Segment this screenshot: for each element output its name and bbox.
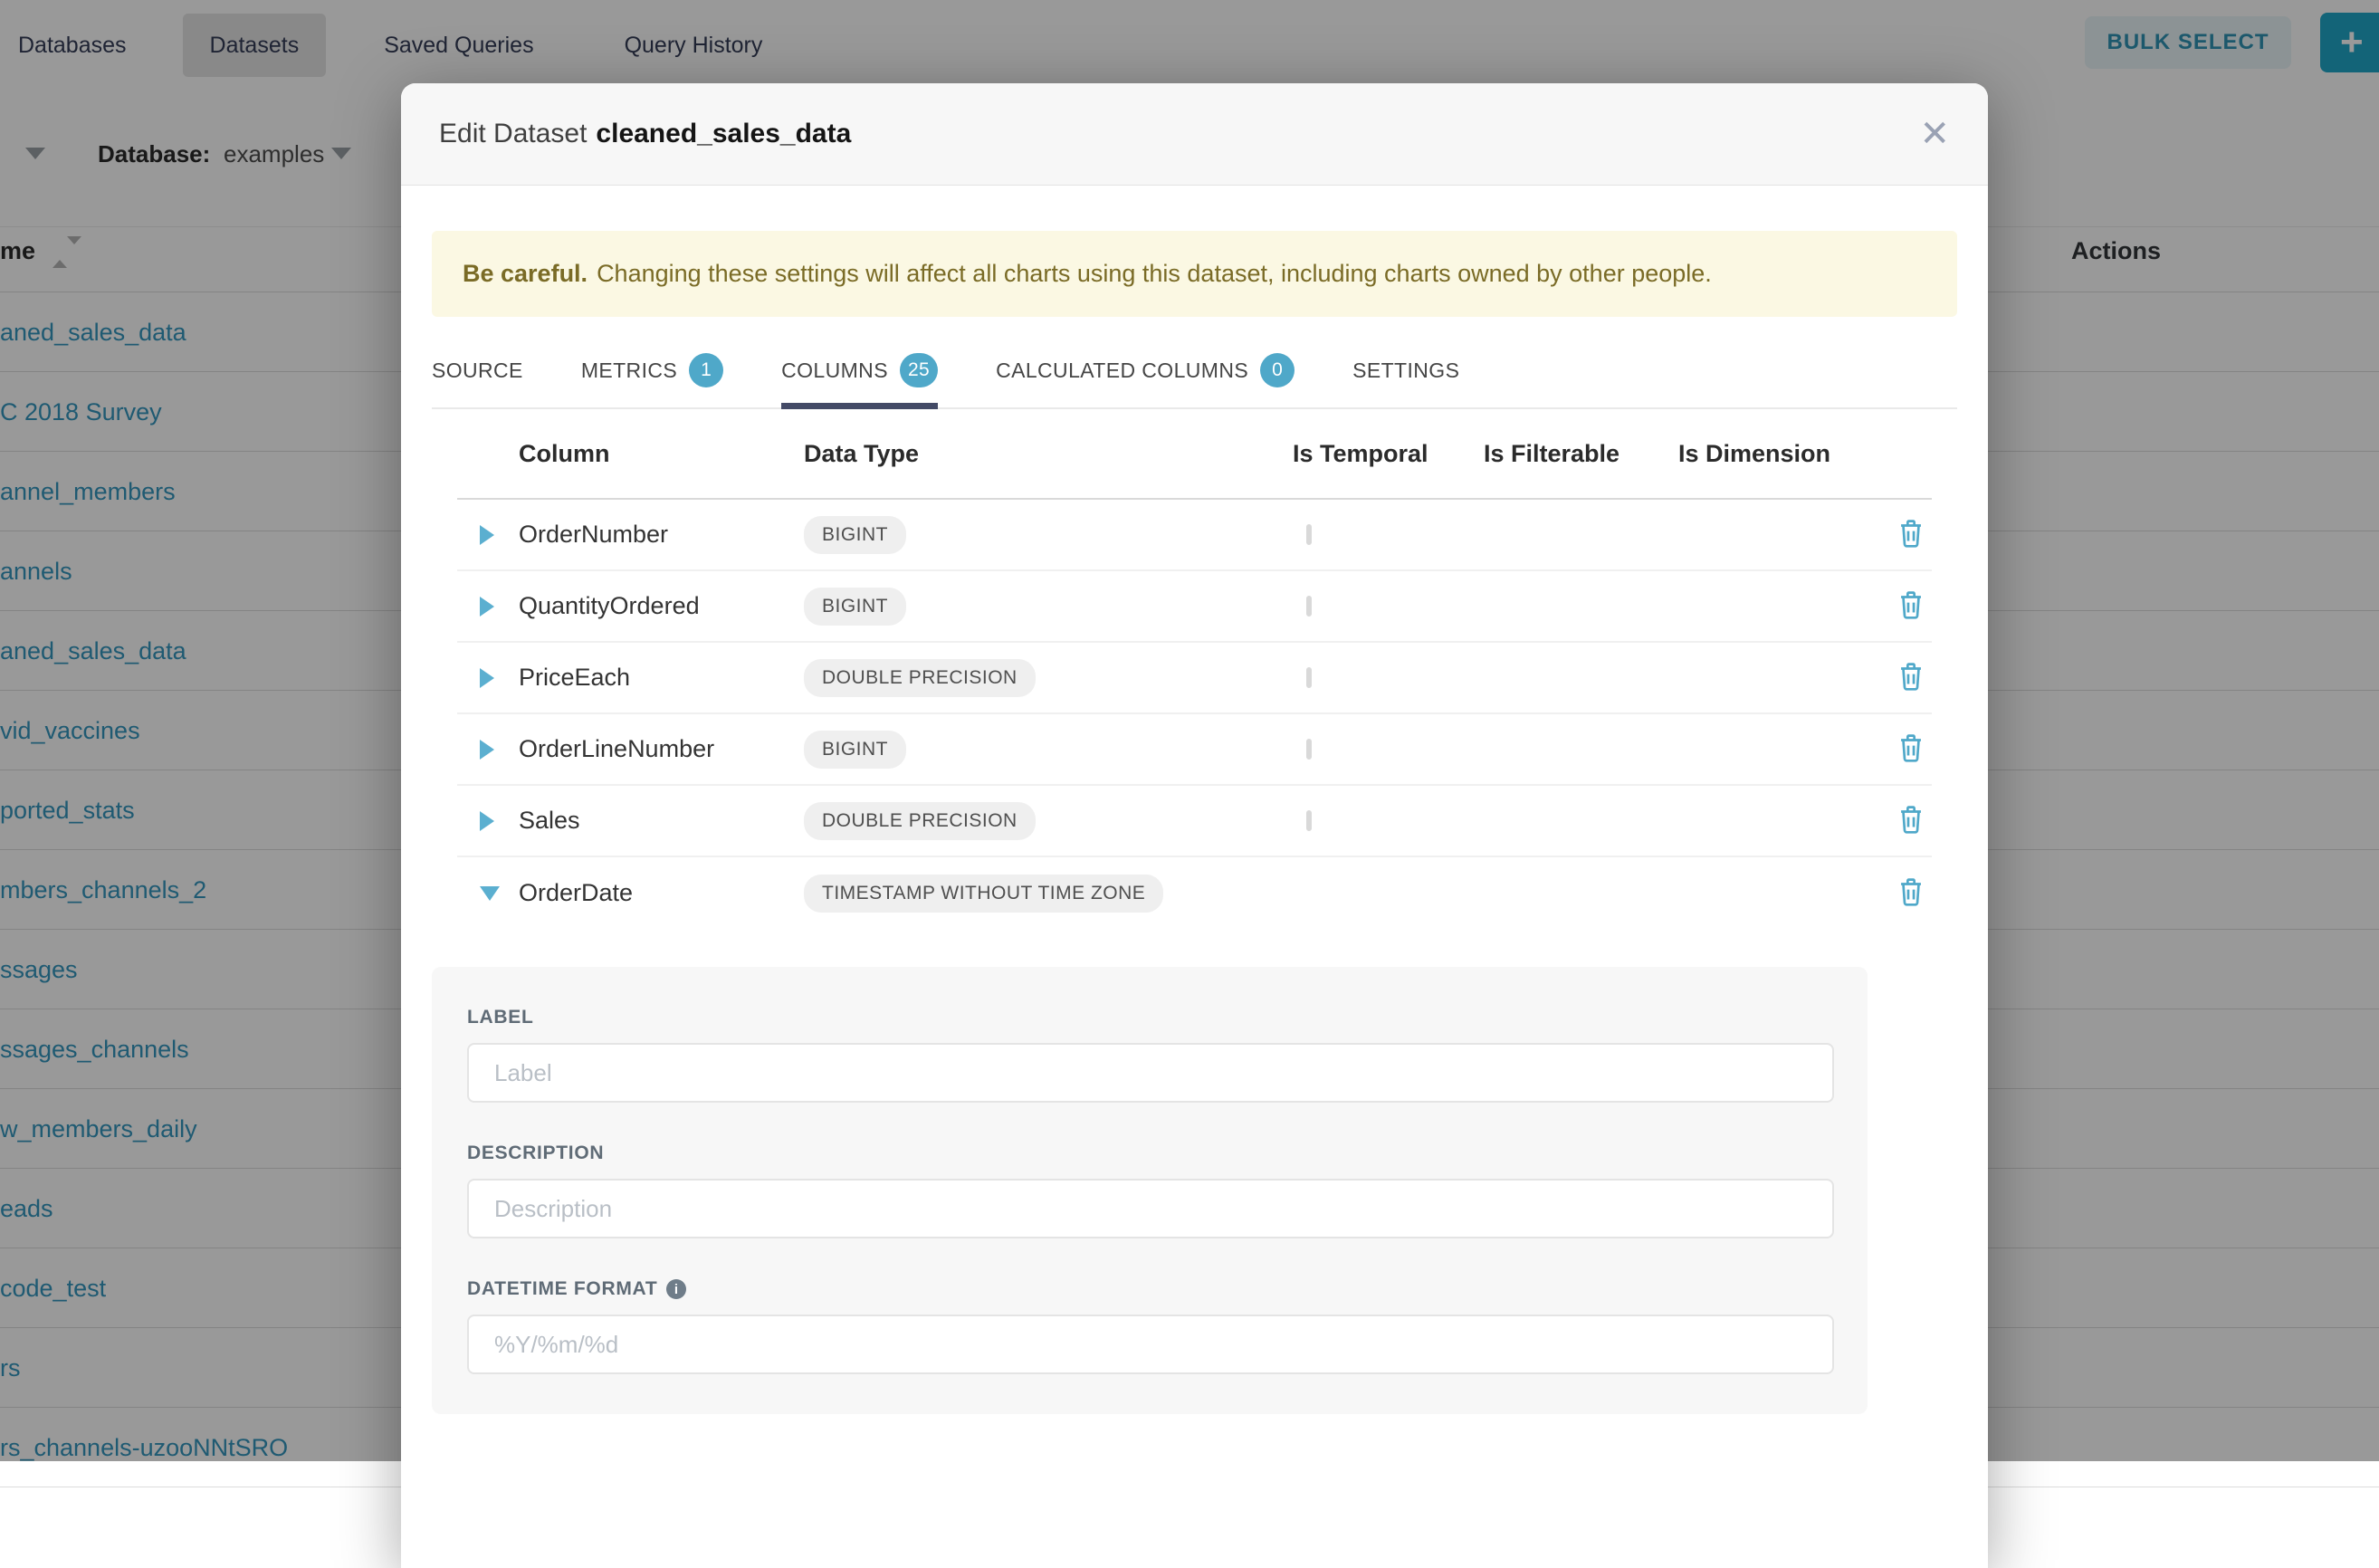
metrics-count-badge: 1 xyxy=(689,353,723,387)
warning-text: Changing these settings will affect all … xyxy=(597,260,1712,288)
trash-icon xyxy=(1897,804,1925,835)
label-field-label: LABEL xyxy=(467,1007,1835,1028)
calculated-columns-count-badge: 0 xyxy=(1260,353,1295,387)
delete-column-button[interactable] xyxy=(1890,876,1932,910)
columns-count-badge: 25 xyxy=(900,353,938,387)
delete-column-button[interactable] xyxy=(1890,804,1932,837)
columns-table: Column Data Type Is Temporal Is Filterab… xyxy=(457,409,1932,929)
description-field-group: DESCRIPTION xyxy=(467,1143,1835,1238)
column-row-orderdate: OrderDate TIMESTAMP WITHOUT TIME ZONE xyxy=(457,857,1932,929)
column-name: OrderNumber xyxy=(519,521,804,549)
header-column: Column xyxy=(519,440,804,468)
column-name: QuantityOrdered xyxy=(519,592,804,620)
close-button[interactable]: ✕ xyxy=(1919,116,1950,152)
modal-header: Edit Datasetcleaned_sales_data ✕ xyxy=(401,83,1988,186)
data-type-pill: BIGINT xyxy=(804,516,906,554)
header-is-temporal: Is Temporal xyxy=(1293,440,1484,468)
warning-banner: Be careful. Changing these settings will… xyxy=(432,231,1957,317)
data-type-pill: BIGINT xyxy=(804,731,906,769)
column-row-quantityordered: QuantityOrdered BIGINT xyxy=(457,571,1932,643)
is-temporal-checkbox[interactable] xyxy=(1306,810,1312,831)
column-name: Sales xyxy=(519,807,804,835)
datetime-format-field-group: DATETIME FORMAT i xyxy=(467,1278,1835,1374)
edit-dataset-modal: Edit Datasetcleaned_sales_data ✕ Be care… xyxy=(401,83,1988,1568)
dataset-name: cleaned_sales_data xyxy=(596,119,851,148)
delete-column-button[interactable] xyxy=(1890,518,1932,551)
column-row-sales: Sales DOUBLE PRECISION xyxy=(457,786,1932,857)
column-name: OrderLineNumber xyxy=(519,735,804,763)
is-temporal-checkbox[interactable] xyxy=(1306,739,1312,760)
is-temporal-checkbox[interactable] xyxy=(1306,524,1312,545)
datetime-format-field-label: DATETIME FORMAT i xyxy=(467,1278,1835,1300)
close-icon: ✕ xyxy=(1919,114,1950,154)
trash-icon xyxy=(1897,518,1925,549)
info-icon[interactable]: i xyxy=(666,1279,686,1299)
description-input[interactable] xyxy=(467,1179,1834,1238)
column-row-priceeach: PriceEach DOUBLE PRECISION xyxy=(457,643,1932,714)
header-data-type: Data Type xyxy=(804,440,1293,468)
column-editor-panel: LABEL DESCRIPTION DATETIME FORMAT i xyxy=(432,967,1868,1414)
description-field-label: DESCRIPTION xyxy=(467,1143,1835,1164)
delete-column-button[interactable] xyxy=(1890,732,1932,766)
data-type-pill: BIGINT xyxy=(804,588,906,626)
column-name: OrderDate xyxy=(519,879,804,907)
modal-tabs: SOURCE METRICS 1 COLUMNS 25 CALCULATED C… xyxy=(432,333,1957,409)
header-is-filterable: Is Filterable xyxy=(1484,440,1678,468)
trash-icon xyxy=(1897,661,1925,692)
expand-caret-icon[interactable] xyxy=(480,597,494,617)
collapse-caret-icon[interactable] xyxy=(480,886,500,901)
is-temporal-checkbox[interactable] xyxy=(1306,667,1312,688)
tab-calculated-columns[interactable]: CALCULATED COLUMNS 0 xyxy=(996,333,1295,407)
delete-column-button[interactable] xyxy=(1890,661,1932,694)
trash-icon xyxy=(1897,876,1925,907)
expand-caret-icon[interactable] xyxy=(480,668,494,688)
label-field-group: LABEL xyxy=(467,1007,1835,1103)
column-row-orderlinenumber: OrderLineNumber BIGINT xyxy=(457,714,1932,786)
header-is-dimension: Is Dimension xyxy=(1678,440,1883,468)
delete-column-button[interactable] xyxy=(1890,589,1932,623)
is-temporal-checkbox[interactable] xyxy=(1306,596,1312,617)
tab-source[interactable]: SOURCE xyxy=(432,333,523,407)
column-name: PriceEach xyxy=(519,664,804,692)
trash-icon xyxy=(1897,732,1925,763)
tab-columns[interactable]: COLUMNS 25 xyxy=(781,333,938,407)
data-type-pill: DOUBLE PRECISION xyxy=(804,802,1036,840)
data-type-pill: DOUBLE PRECISION xyxy=(804,659,1036,697)
tab-metrics[interactable]: METRICS 1 xyxy=(581,333,723,407)
warning-bold: Be careful. xyxy=(463,260,588,288)
trash-icon xyxy=(1897,589,1925,620)
label-input[interactable] xyxy=(467,1043,1834,1103)
expand-caret-icon[interactable] xyxy=(480,811,494,831)
expand-caret-icon[interactable] xyxy=(480,740,494,760)
datetime-format-input[interactable] xyxy=(467,1315,1834,1374)
column-row-ordernumber: OrderNumber BIGINT xyxy=(457,500,1932,571)
modal-title: Edit Datasetcleaned_sales_data xyxy=(439,119,851,149)
modal-body: Be careful. Changing these settings will… xyxy=(401,231,1988,1414)
tab-settings[interactable]: SETTINGS xyxy=(1352,333,1459,407)
data-type-pill: TIMESTAMP WITHOUT TIME ZONE xyxy=(804,875,1163,913)
expand-caret-icon[interactable] xyxy=(480,525,494,545)
columns-table-header: Column Data Type Is Temporal Is Filterab… xyxy=(457,409,1932,500)
